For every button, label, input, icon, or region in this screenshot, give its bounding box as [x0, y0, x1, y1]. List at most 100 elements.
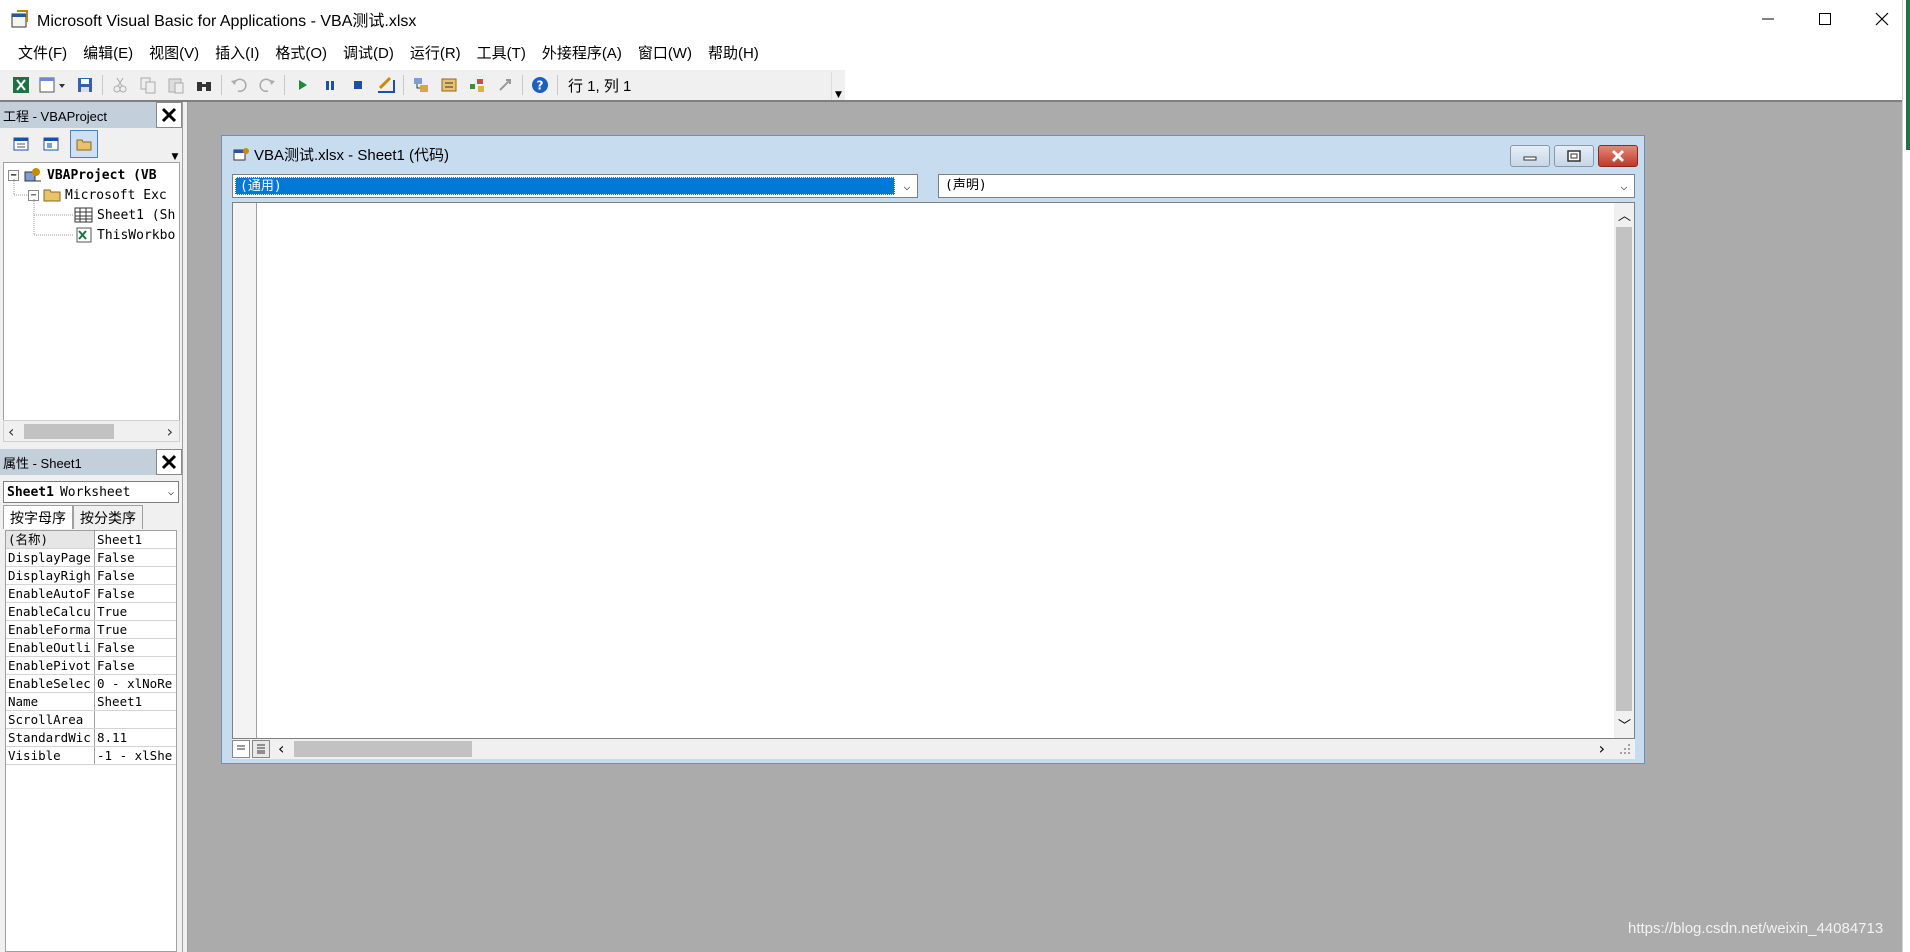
- project-toolbar-grip[interactable]: ▼: [168, 132, 182, 162]
- insert-form-icon[interactable]: [38, 74, 68, 96]
- scroll-thumb[interactable]: [294, 741, 472, 757]
- property-row[interactable]: EnableCalcu True: [6, 603, 176, 621]
- property-value[interactable]: False: [95, 567, 176, 584]
- copy-icon[interactable]: [137, 74, 159, 96]
- procedure-view-button[interactable]: [232, 740, 250, 758]
- property-row[interactable]: EnableOutli False: [6, 639, 176, 657]
- toolbar-options-grip[interactable]: ▼: [831, 72, 845, 100]
- code-window-restore-button[interactable]: [1554, 145, 1594, 167]
- menu-insert[interactable]: 插入(I): [207, 38, 267, 70]
- property-row[interactable]: EnableSelec 0 - xlNoRe: [6, 675, 176, 693]
- property-name: EnableOutli: [6, 639, 95, 656]
- property-row[interactable]: ScrollArea: [6, 711, 176, 729]
- property-value[interactable]: 0 - xlNoRe: [95, 675, 176, 692]
- menu-run[interactable]: 运行(R): [402, 38, 469, 70]
- scroll-thumb[interactable]: [24, 424, 114, 439]
- design-mode-icon[interactable]: [375, 74, 397, 96]
- code-margin-indicator-bar[interactable]: [233, 203, 257, 738]
- properties-pane-close-button[interactable]: [156, 449, 182, 475]
- scroll-left-icon[interactable]: ‹: [278, 739, 284, 758]
- minimize-button[interactable]: [1739, 0, 1796, 38]
- code-window-minimize-button[interactable]: [1510, 145, 1550, 167]
- property-row[interactable]: DisplayPage False: [6, 549, 176, 567]
- property-value[interactable]: True: [95, 621, 176, 638]
- help-icon[interactable]: ?: [529, 74, 551, 96]
- toolbar-separator: [102, 75, 103, 95]
- menu-edit[interactable]: 编辑(E): [75, 38, 141, 70]
- scroll-down-icon[interactable]: ﹀: [1618, 715, 1631, 734]
- properties-object-select[interactable]: Sheet1 Worksheet ⌵: [3, 481, 179, 503]
- property-row[interactable]: (名称) Sheet1: [6, 531, 176, 549]
- scroll-right-icon[interactable]: ›: [167, 422, 173, 441]
- cut-icon[interactable]: [109, 74, 131, 96]
- tab-categorized[interactable]: 按分类序: [73, 505, 143, 529]
- property-value[interactable]: -1 - xlShe: [95, 747, 176, 764]
- menu-format[interactable]: 格式(O): [267, 38, 335, 70]
- tab-alphabetic[interactable]: 按字母序: [3, 505, 73, 529]
- view-object-button[interactable]: [40, 133, 62, 155]
- code-window-close-button[interactable]: [1598, 145, 1638, 167]
- pane-splitter[interactable]: [182, 102, 188, 952]
- property-row[interactable]: EnablePivot False: [6, 657, 176, 675]
- scroll-right-icon[interactable]: ›: [1599, 739, 1605, 758]
- property-row[interactable]: EnableForma True: [6, 621, 176, 639]
- property-row[interactable]: DisplayRigh False: [6, 567, 176, 585]
- code-vscroll[interactable]: ︿ ﹀: [1614, 203, 1634, 738]
- property-row[interactable]: EnableAutoF False: [6, 585, 176, 603]
- run-icon[interactable]: [291, 74, 313, 96]
- menu-debug[interactable]: 调试(D): [335, 38, 402, 70]
- chevron-down-icon: ⌵: [167, 486, 174, 498]
- procedure-combo[interactable]: (声明) ⌵: [938, 174, 1635, 198]
- property-value[interactable]: [95, 711, 176, 728]
- menu-view[interactable]: 视图(V): [141, 38, 207, 70]
- menu-window[interactable]: 窗口(W): [630, 38, 700, 70]
- excel-icon[interactable]: [10, 74, 32, 96]
- menu-help[interactable]: 帮助(H): [700, 38, 767, 70]
- menu-tools[interactable]: 工具(T): [469, 38, 534, 70]
- property-value[interactable]: 8.11: [95, 729, 176, 746]
- break-icon[interactable]: [319, 74, 341, 96]
- redo-icon[interactable]: [256, 74, 278, 96]
- object-browser-icon[interactable]: [466, 74, 488, 96]
- menu-file[interactable]: 文件(F): [10, 38, 75, 70]
- property-value[interactable]: Sheet1: [95, 693, 176, 710]
- object-combo[interactable]: (通用) ⌵: [232, 174, 918, 198]
- property-row[interactable]: Name Sheet1: [6, 693, 176, 711]
- full-module-view-button[interactable]: [252, 740, 270, 758]
- property-value[interactable]: False: [95, 549, 176, 566]
- code-editor[interactable]: ︿ ﹀: [232, 202, 1635, 739]
- scroll-up-icon[interactable]: ︿: [1618, 205, 1631, 224]
- property-value[interactable]: False: [95, 657, 176, 674]
- view-code-button[interactable]: [10, 133, 32, 155]
- properties-pane-title: 属性 - Sheet1: [0, 449, 182, 475]
- folder-icon: [76, 139, 92, 151]
- property-value[interactable]: False: [95, 639, 176, 656]
- project-pane-close-button[interactable]: [156, 102, 182, 128]
- menu-addins[interactable]: 外接程序(A): [534, 38, 630, 70]
- toolbox-icon[interactable]: [494, 74, 516, 96]
- scroll-left-icon[interactable]: ‹: [8, 422, 14, 441]
- property-row[interactable]: Visible -1 - xlShe: [6, 747, 176, 765]
- chevron-down-icon[interactable]: ⌵: [1614, 179, 1634, 193]
- property-value[interactable]: Sheet1: [95, 531, 176, 548]
- save-icon[interactable]: [74, 74, 96, 96]
- toggle-folders-button[interactable]: [70, 130, 98, 158]
- property-value[interactable]: True: [95, 603, 176, 620]
- paste-icon[interactable]: [165, 74, 187, 96]
- property-value[interactable]: False: [95, 585, 176, 602]
- properties-icon[interactable]: [438, 74, 460, 96]
- property-row[interactable]: StandardWic 8.11: [6, 729, 176, 747]
- project-tree-hscroll[interactable]: ‹ ›: [3, 420, 180, 442]
- find-icon[interactable]: [193, 74, 215, 96]
- undo-icon[interactable]: [228, 74, 250, 96]
- close-icon: [161, 454, 177, 470]
- project-explorer-icon[interactable]: [410, 74, 432, 96]
- project-tree: − VBAProject (VB − Microsoft Exc Sheet1 …: [3, 162, 180, 422]
- scroll-thumb[interactable]: [1616, 227, 1632, 711]
- resize-grip-icon[interactable]: [1619, 743, 1631, 755]
- property-name: DisplayRigh: [6, 567, 95, 584]
- maximize-button[interactable]: [1796, 0, 1853, 38]
- reset-icon[interactable]: [347, 74, 369, 96]
- property-name: Visible: [6, 747, 95, 764]
- chevron-down-icon[interactable]: ⌵: [897, 179, 917, 193]
